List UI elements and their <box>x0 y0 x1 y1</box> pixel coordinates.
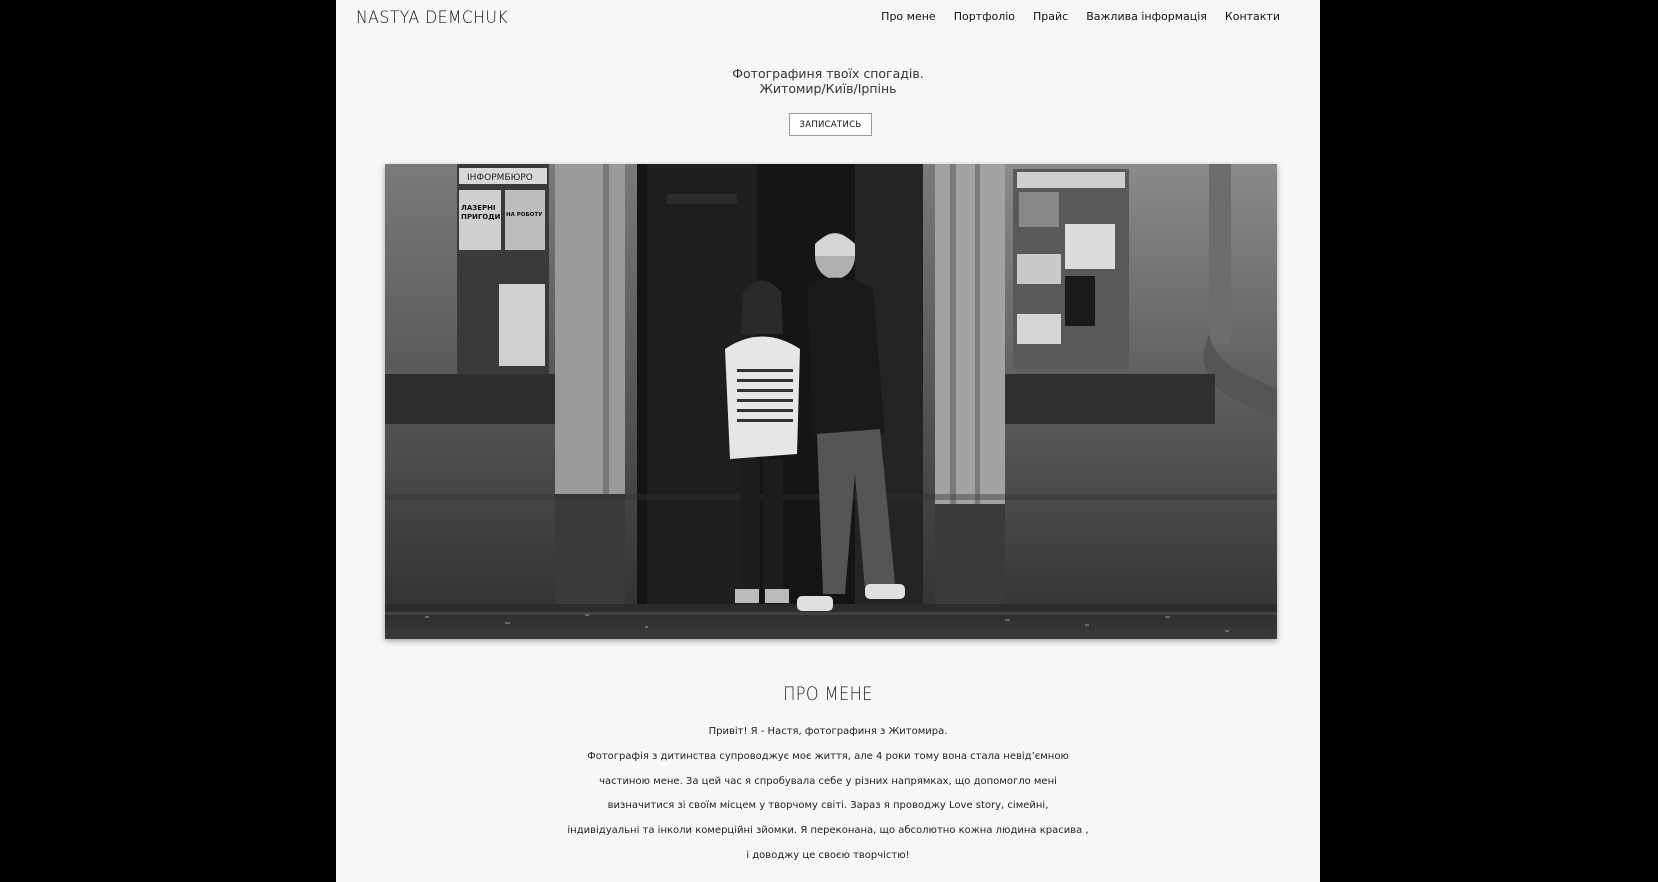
about-line: індивідуальні та інколи комерційні зйомк… <box>567 825 1089 837</box>
svg-text:НА РОБОТУ: НА РОБОТУ <box>506 212 543 218</box>
hero-photo: ІНФОРМБЮРО ЛАЗЕРНІ ПРИГОДИ НА РОБОТУ <box>385 164 1277 639</box>
main-nav: Про мене Портфоліо Прайс Важлива інформа… <box>881 10 1280 23</box>
nav-item-portfolio[interactable]: Портфоліо <box>954 10 1015 23</box>
svg-text:ЛАЗЕРНІ: ЛАЗЕРНІ <box>461 204 496 212</box>
nav-item-important-info[interactable]: Важлива інформація <box>1086 10 1207 23</box>
about-title: ПРО МЕНЕ <box>783 683 873 705</box>
page-content: NASTYA DEMCHUK Про мене Портфоліо Прайс … <box>336 0 1320 882</box>
about-line: і доводжу це своєю творчістю! <box>746 849 910 861</box>
site-logo[interactable]: NASTYA DEMCHUK <box>356 8 508 28</box>
nav-item-contacts[interactable]: Контакти <box>1225 10 1280 23</box>
book-button[interactable]: ЗАПИСАТИСЬ <box>789 113 872 136</box>
svg-text:ІНФОРМБЮРО: ІНФОРМБЮРО <box>467 173 533 183</box>
about-line: визначитися зі своїм місцем у творчому с… <box>607 800 1049 812</box>
about-line: Фотографія з дитинства супроводжує моє ж… <box>587 750 1069 762</box>
about-line: Привіт! Я - Настя, фотографиня з Житомир… <box>708 726 948 737</box>
svg-text:ПРИГОДИ: ПРИГОДИ <box>461 213 500 221</box>
tagline-line-1: Фотографиня твоїх спогадів. <box>732 66 924 81</box>
hero-tagline: Фотографиня твоїх спогадів. Житомир/Київ… <box>336 66 1320 96</box>
nav-item-about[interactable]: Про мене <box>881 10 936 23</box>
about-line: частиною мене. За цей час я спробувала с… <box>599 775 1057 787</box>
about-text: Привіт! Я - Настя, фотографиня з Житомир… <box>336 720 1320 869</box>
tagline-line-2: Житомир/Київ/Ірпінь <box>759 81 897 96</box>
nav-item-price[interactable]: Прайс <box>1033 10 1068 23</box>
hero-photo-image: ІНФОРМБЮРО ЛАЗЕРНІ ПРИГОДИ НА РОБОТУ <box>385 164 1277 639</box>
